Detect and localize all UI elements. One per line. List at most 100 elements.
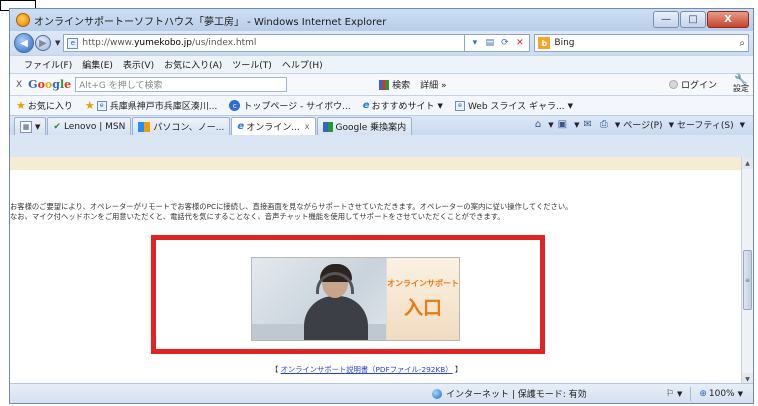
address-bar: ◀ ▶ ▼ e http://www. yumekobo.jp/us/index.… bbox=[10, 31, 753, 55]
menu-help[interactable]: ヘルプ(H) bbox=[282, 58, 323, 71]
tab-label: Google 乗換案内 bbox=[335, 123, 407, 133]
safety-menu[interactable]: セーフティ(S) bbox=[677, 118, 734, 131]
ie-app-icon bbox=[16, 13, 30, 27]
settings-label: 設定 bbox=[733, 84, 749, 93]
close-button[interactable]: X bbox=[707, 11, 749, 28]
security-zone[interactable]: インターネット | 保護モード: 有効 bbox=[432, 387, 587, 400]
back-button[interactable]: ◀ bbox=[14, 33, 34, 53]
tab-pc[interactable]: パソコン、ノー... bbox=[132, 117, 231, 135]
bing-icon: b bbox=[538, 37, 551, 49]
chevron-down-icon[interactable]: ▼ bbox=[548, 121, 553, 129]
page-icon: e bbox=[67, 37, 79, 49]
quick-tabs-button[interactable]: ▦ ▼ bbox=[14, 117, 47, 135]
google-login-button[interactable]: ログイン bbox=[668, 78, 717, 91]
menu-bar: ファイル(F) 編集(E) 表示(V) お気に入り(A) ツール(T) ヘルプ(… bbox=[10, 55, 753, 73]
chevron-down-icon[interactable]: ▼ bbox=[677, 390, 682, 398]
manual-pdf-link[interactable]: オンラインサポート説明書（PDFファイル-292KB） bbox=[281, 365, 453, 374]
google-logo: Google bbox=[28, 78, 72, 91]
chevron-down-icon[interactable]: ▼ bbox=[740, 121, 745, 129]
chevron-down-icon[interactable]: ▼ bbox=[615, 121, 620, 129]
url-prefix: http://www. bbox=[82, 38, 135, 48]
page-menu[interactable]: ページ(P) bbox=[623, 118, 662, 131]
menu-view[interactable]: 表示(V) bbox=[123, 58, 154, 71]
favorite-link-kobe[interactable]: ★ e 兵庫県神戸市兵庫区湊川... bbox=[85, 99, 217, 112]
page-content: お客様のご要望により、オペレーターがリモートでお客様のPCに接続し、直接画面を見… bbox=[10, 157, 743, 385]
favorite-suggested-sites[interactable]: e おすすめサイト ▼ bbox=[363, 99, 443, 112]
url-path: /us/index.html bbox=[191, 38, 257, 48]
zoom-icon: ⊕ bbox=[699, 388, 707, 399]
print-icon[interactable]: ⎙ bbox=[600, 119, 608, 130]
page-icon: e bbox=[96, 100, 107, 111]
page-icon: e bbox=[454, 100, 465, 111]
menu-file[interactable]: ファイル(F) bbox=[24, 58, 72, 71]
forward-arrow-icon: ▶ bbox=[39, 37, 47, 49]
search-input[interactable]: b Bing ⌕ bbox=[534, 34, 749, 52]
tab-label: オンライン... bbox=[246, 123, 300, 133]
refresh-icon[interactable]: ⟳ bbox=[498, 37, 511, 50]
menu-edit[interactable]: 編集(E) bbox=[82, 58, 113, 71]
window-title: オンラインサポートーソフトハウス「夢工房」 - Windows Internet… bbox=[34, 16, 387, 28]
google-search-button[interactable]: 検索 bbox=[379, 78, 410, 91]
status-right: ⚐ ▼ ⊕ 100% ▼ bbox=[666, 386, 743, 401]
favorite-link-label: Web スライス ギャラ... bbox=[467, 102, 565, 112]
tab-label: Lenovo | MSN bbox=[63, 121, 126, 132]
dropdown-icon[interactable]: ▾ bbox=[468, 37, 481, 50]
mail-icon[interactable]: ✉ bbox=[584, 119, 592, 130]
zone-label: インターネット | 保護モード: 有効 bbox=[446, 390, 587, 400]
favorites-button[interactable]: ★ お気に入り bbox=[16, 99, 73, 112]
tab-online-support[interactable]: e オンライン... x bbox=[231, 117, 316, 135]
menu-favorites[interactable]: お気に入り(A) bbox=[164, 58, 222, 71]
add-favorite-icon: ★ bbox=[84, 99, 95, 112]
bracket-open: 【 bbox=[271, 365, 279, 374]
favorites-bar: ★ お気に入り ★ e 兵庫県神戸市兵庫区湊川... c トップページ - サイ… bbox=[10, 95, 753, 115]
tab-close-icon[interactable]: x bbox=[305, 122, 310, 131]
google-toolbar-close-icon[interactable]: X bbox=[16, 80, 22, 90]
title-bar: オンラインサポートーソフトハウス「夢工房」 - Windows Internet… bbox=[10, 9, 753, 31]
online-support-entrance-banner[interactable]: オンラインサポート 入口 bbox=[251, 257, 460, 341]
favorite-link-label: 兵庫県神戸市兵庫区湊川... bbox=[109, 102, 218, 112]
protected-mode-icon[interactable]: ⚐ bbox=[666, 389, 674, 399]
vertical-scrollbar[interactable]: ▲ ≡ ▼ bbox=[741, 157, 753, 385]
feeds-icon[interactable]: ▣ bbox=[558, 119, 567, 130]
scroll-up-icon[interactable]: ▲ bbox=[742, 157, 753, 169]
favorite-link-label: おすすめサイト bbox=[371, 102, 435, 112]
quick-tabs-icon: ▦ bbox=[20, 120, 32, 133]
url-tools: ▾ ▤ ⟳ ✕ bbox=[465, 34, 531, 52]
home-icon[interactable]: ⌂ bbox=[535, 119, 541, 130]
compatibility-icon[interactable]: ▤ bbox=[483, 37, 496, 50]
tab-bar: ▦ ▼ ✔ Lenovo | MSN パソコン、ノー... e オンライン... … bbox=[10, 115, 753, 135]
chevron-down-icon[interactable]: ▼ bbox=[669, 121, 674, 129]
google-settings-button[interactable]: 🔧 設定 bbox=[733, 74, 749, 93]
ie-window: オンラインサポートーソフトハウス「夢工房」 - Windows Internet… bbox=[9, 8, 754, 404]
command-bar: ⌂ ▼ ▣ ▼ ✉ ⎙ ▼ ページ(P) ▼ セーフティ(S) ▼ bbox=[531, 118, 745, 131]
login-icon bbox=[668, 80, 678, 89]
scroll-thumb[interactable]: ≡ bbox=[743, 250, 752, 310]
tab-lenovo[interactable]: ✔ Lenovo | MSN bbox=[47, 117, 132, 135]
chevron-down-icon[interactable]: ▼ bbox=[738, 390, 743, 398]
google-detail-button[interactable]: 詳細 » bbox=[420, 78, 446, 91]
forward-button[interactable]: ▶ bbox=[35, 35, 51, 51]
menu-tools[interactable]: ツール(T) bbox=[232, 58, 272, 71]
zoom-level[interactable]: 100% bbox=[709, 389, 735, 399]
google-icon bbox=[322, 121, 333, 132]
description-line-2: なお、マイク付ヘッドホンをご用意いただくと、電話代を気にすることなく、音声チャッ… bbox=[10, 212, 505, 221]
site-icon bbox=[138, 121, 151, 132]
minimize-button[interactable]: — bbox=[653, 11, 679, 28]
ie-icon: e bbox=[362, 100, 370, 111]
google-search-input[interactable]: Alt+G を押して検索 bbox=[75, 77, 288, 92]
search-icon[interactable]: ⌕ bbox=[739, 38, 745, 49]
favorite-web-slice[interactable]: e Web スライス ギャラ... ▼ bbox=[454, 99, 573, 112]
tab-google-transit[interactable]: Google 乗換案内 bbox=[316, 117, 413, 135]
status-bar: インターネット | 保護モード: 有効 ⚐ ▼ ⊕ 100% ▼ bbox=[10, 383, 753, 403]
chevron-down-icon[interactable]: ▼ bbox=[574, 121, 579, 129]
google-search-icon bbox=[379, 79, 390, 90]
maximize-button[interactable]: □ bbox=[680, 11, 706, 28]
url-input[interactable]: e http://www. yumekobo.jp/us/index.html bbox=[63, 34, 466, 52]
person-body-shape bbox=[304, 296, 368, 340]
history-dropdown-icon[interactable]: ▼ bbox=[55, 39, 60, 47]
status-separator bbox=[690, 386, 692, 401]
favorite-link-cybozu[interactable]: c トップページ - サイボウ... bbox=[229, 99, 351, 112]
stop-icon[interactable]: ✕ bbox=[513, 37, 526, 50]
ie-icon: e bbox=[237, 121, 245, 132]
url-domain: yumekobo.jp bbox=[134, 38, 192, 48]
